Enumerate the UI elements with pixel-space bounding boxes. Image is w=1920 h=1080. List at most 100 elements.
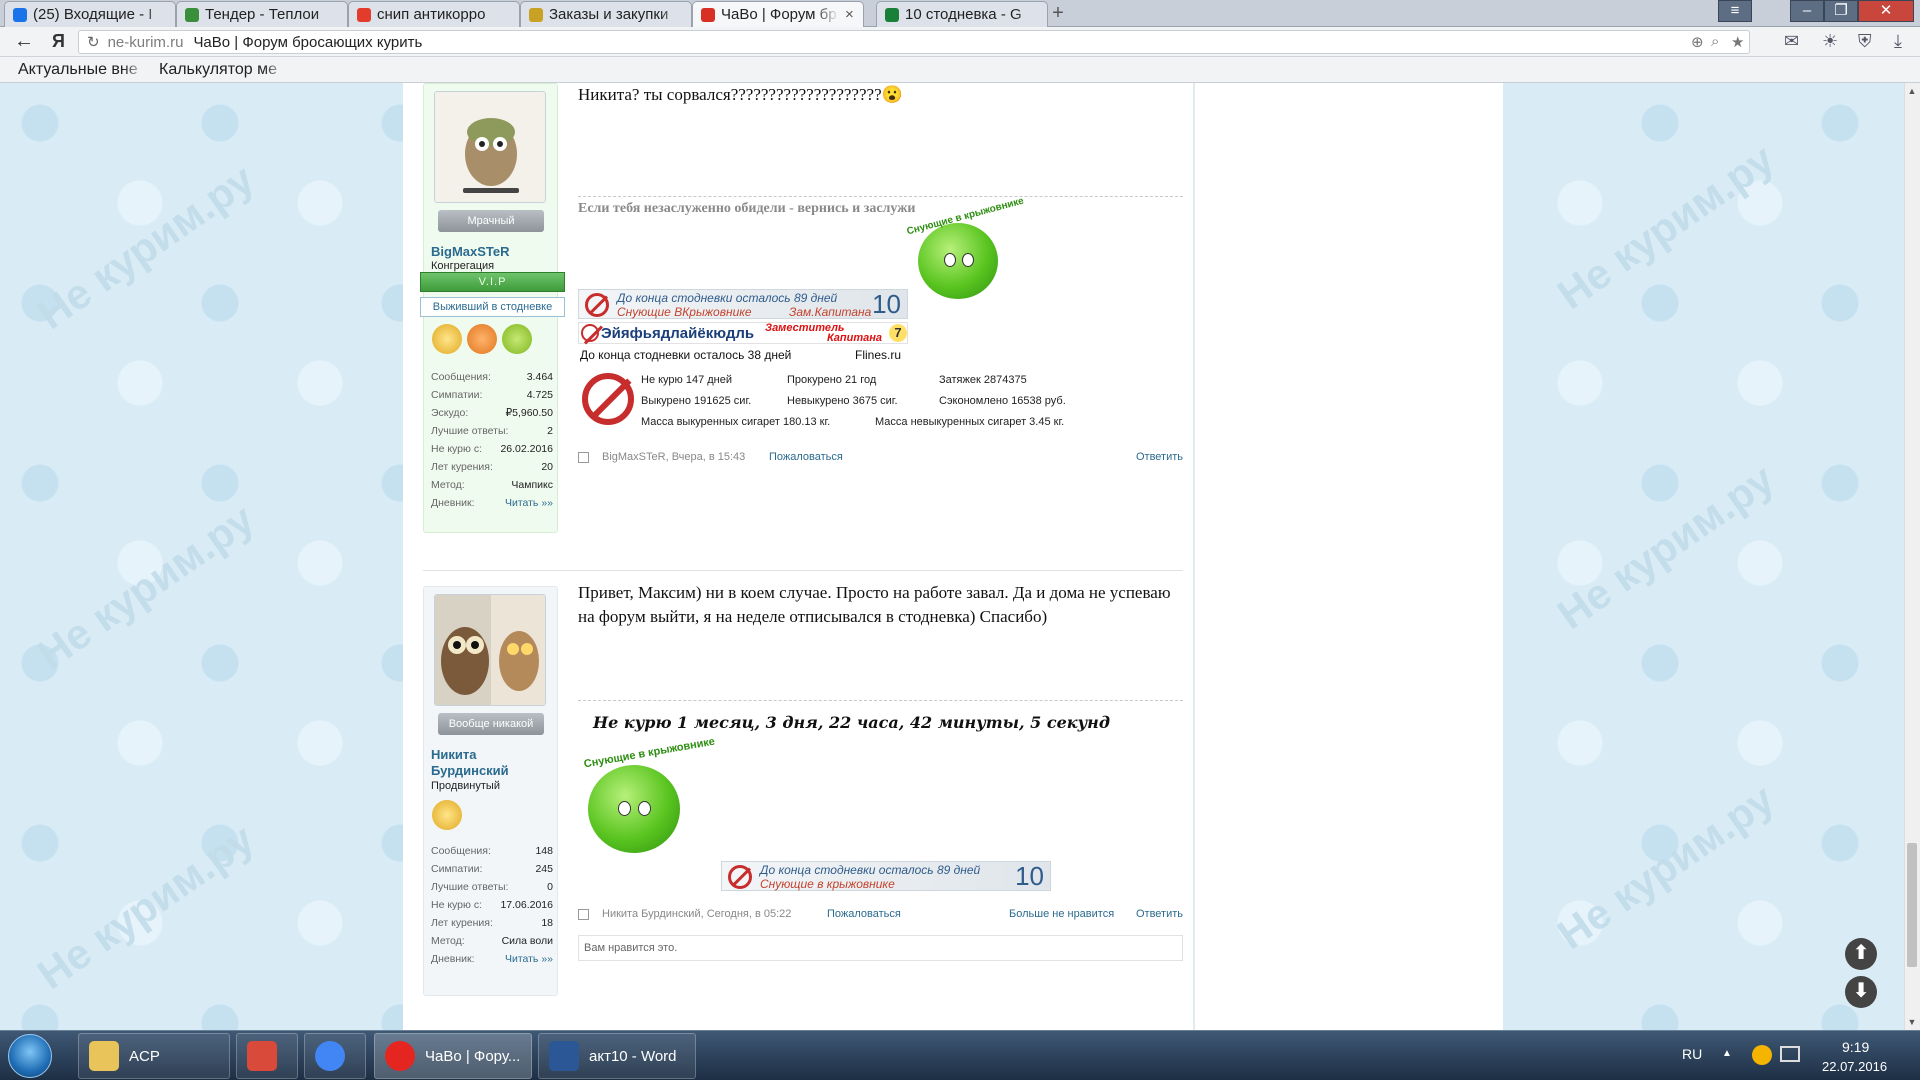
reload-icon[interactable]: ↻ xyxy=(87,33,100,51)
language-indicator[interactable]: RU xyxy=(1682,1046,1702,1062)
back-icon[interactable]: ← xyxy=(14,30,34,53)
taskbar-item-yandex-browser[interactable]: ЧаВо | Фору... xyxy=(374,1033,532,1079)
stodnevka-banner[interactable]: До конца стодневки осталось 89 дней Сную… xyxy=(721,861,1051,891)
unlike-link[interactable]: Больше не нравится xyxy=(1009,908,1114,920)
gooseberry-mascot-icon xyxy=(918,223,998,299)
network-icon[interactable] xyxy=(1780,1046,1800,1062)
likes-summary: Вам нравится это. xyxy=(578,935,1183,961)
maximize-button[interactable]: ❐ xyxy=(1824,0,1858,22)
new-tab-button[interactable]: + xyxy=(1046,1,1070,25)
report-link[interactable]: Пожаловаться xyxy=(769,451,843,463)
avatar[interactable] xyxy=(434,594,546,706)
yandex-icon xyxy=(357,7,371,22)
reply-link[interactable]: Ответить xyxy=(1136,908,1183,920)
post-divider xyxy=(423,570,1183,571)
username-line2[interactable]: Бурдинский xyxy=(431,763,509,779)
post-message: Привет, Максим) ни в коем случае. Просто… xyxy=(578,583,1171,626)
gooseberry-mascot-icon xyxy=(588,765,680,853)
yandex-browser-icon xyxy=(385,1041,415,1071)
taskbar-item-winrar[interactable] xyxy=(236,1033,298,1079)
medal-icon[interactable] xyxy=(432,800,462,830)
user-rank: Конгрегация xyxy=(431,260,495,272)
page-viewport: Не курим.ру Не курим.ру Не курим.ру Не к… xyxy=(0,83,1904,1030)
close-tab-icon[interactable]: × xyxy=(845,6,859,23)
tab-forum[interactable]: ЧаВо | Форум бр × xyxy=(692,1,864,27)
clock-date[interactable]: 22.07.2016 xyxy=(1822,1059,1887,1074)
weather-icon[interactable]: ☀ xyxy=(1822,31,1838,52)
system-tray: RU ▲ 9:19 22.07.2016 xyxy=(1670,1031,1920,1080)
scroll-to-bottom-button[interactable]: ⬇ xyxy=(1845,976,1877,1008)
clock-time[interactable]: 9:19 xyxy=(1842,1039,1869,1055)
word-icon xyxy=(549,1041,579,1071)
team-banner[interactable]: Эйяфьядлайёкюдль Заместитель Капитана 7 xyxy=(578,322,908,344)
select-post-checkbox[interactable] xyxy=(578,909,589,920)
avatar[interactable] xyxy=(434,91,546,203)
gooseberry-caption: Снующие в крыжовнике xyxy=(582,735,716,771)
bookmark-calculator[interactable]: Калькулятор ме xyxy=(159,61,287,79)
mood-button[interactable]: Вообще никакой xyxy=(438,713,544,735)
user-panel: Вообще никакой Никита Бурдинский Продвин… xyxy=(423,586,558,996)
taskbar-item-word[interactable]: акт10 - Word xyxy=(538,1033,696,1079)
protect-icon[interactable]: ⛨ xyxy=(1858,31,1872,52)
tray-expand-icon[interactable]: ▲ xyxy=(1722,1048,1732,1059)
scroll-to-top-button[interactable]: ⬆ xyxy=(1845,938,1877,970)
scrollbar-thumb[interactable] xyxy=(1907,843,1917,967)
tab-sheets[interactable]: 10 стодневка - G xyxy=(876,1,1048,27)
post-author-date[interactable]: Никита Бурдинский, Сегодня, в 05:22 xyxy=(602,908,791,920)
user-panel: Мрачный BigMaxSTeR Конгрегация V.I.P Выж… xyxy=(420,83,565,533)
mail-icon[interactable]: ✉ xyxy=(1784,31,1799,52)
no-smoking-icon xyxy=(585,293,609,317)
bookmark-star-icon[interactable]: ★ xyxy=(1731,33,1744,51)
taskbar-item-chrome[interactable] xyxy=(304,1033,366,1079)
menu-button[interactable]: ≡ xyxy=(1718,0,1752,22)
trophy-icon[interactable] xyxy=(467,324,497,354)
yandex-logo[interactable]: Я xyxy=(52,31,65,52)
select-post-checkbox[interactable] xyxy=(578,452,589,463)
site-icon xyxy=(185,7,199,22)
user-stats: Сообщения: 3.464 Симпатии: 4.725 Эскудо: ₽5… xyxy=(431,368,553,512)
post-footer: BigMaxSTeR, Вчера, в 15:43 Пожаловаться … xyxy=(578,450,1183,466)
tab-tender[interactable]: Тендер - Теплои xyxy=(176,1,348,27)
username-line1[interactable]: Никита xyxy=(431,747,476,763)
close-window-button[interactable]: ✕ xyxy=(1858,0,1914,22)
tab-inbox[interactable]: (25) Входящие - I xyxy=(4,1,176,27)
url-page-title: ЧаВо | Форум бросающих курить xyxy=(193,33,423,51)
diary-link[interactable]: Читать »» xyxy=(505,494,553,512)
mood-button[interactable]: Мрачный xyxy=(438,210,544,232)
chrome-icon xyxy=(315,1041,345,1071)
post-footer: Никита Бурдинский, Сегодня, в 05:22 Пожа… xyxy=(578,907,1183,923)
scrollbar-down-arrow[interactable]: ▼ xyxy=(1904,1014,1920,1030)
medal-icon[interactable] xyxy=(432,324,462,354)
minimize-button[interactable]: – xyxy=(1790,0,1824,22)
url-field[interactable]: ↻ ne-kurim.ru ЧаВо | Форум бросающих кур… xyxy=(78,30,1750,54)
owl-avatar-icon xyxy=(435,92,545,202)
no-smoking-icon xyxy=(728,865,752,889)
site-icon xyxy=(529,7,543,22)
reply-link[interactable]: Ответить xyxy=(1136,451,1183,463)
tab-snip[interactable]: снип антикорро xyxy=(348,1,520,27)
folder-icon xyxy=(89,1041,119,1071)
post-message: Никита? ты сорвался????????????????????😮 xyxy=(578,85,903,104)
no-smoking-icon xyxy=(582,373,634,425)
taskbar-item-acp[interactable]: ACP xyxy=(78,1033,230,1079)
post-author-date[interactable]: BigMaxSTeR, Вчера, в 15:43 xyxy=(602,451,745,463)
watermark: Не курим.ру xyxy=(29,815,263,999)
report-link[interactable]: Пожаловаться xyxy=(827,908,901,920)
start-button[interactable] xyxy=(8,1034,52,1078)
ticker-source[interactable]: Flines.ru xyxy=(855,348,901,362)
yandex-tray-icon[interactable] xyxy=(1752,1045,1772,1065)
watermark: Не курим.ру xyxy=(1549,455,1783,639)
zoom-icon[interactable]: ⌕ xyxy=(1711,33,1719,50)
watermark: Не курим.ру xyxy=(1549,135,1783,319)
diary-link[interactable]: Читать »» xyxy=(505,950,553,968)
trophy-icon[interactable] xyxy=(502,324,532,354)
bookmarks-bar: Актуальные вне Калькулятор ме xyxy=(0,57,1920,83)
stodnevka-ticker: До конца стодневки осталось 38 дней xyxy=(580,348,792,362)
tab-orders[interactable]: Заказы и закупки xyxy=(520,1,692,27)
username[interactable]: BigMaxSTeR xyxy=(431,244,510,260)
download-icon[interactable]: ⤓ xyxy=(1894,31,1902,52)
translate-icon[interactable]: ⊕ xyxy=(1691,33,1704,51)
bookmark-actual[interactable]: Актуальные вне xyxy=(18,61,146,79)
scrollbar-up-arrow[interactable]: ▲ xyxy=(1904,83,1920,99)
stodnevka-banner[interactable]: До конца стодневки осталось 89 дней Сную… xyxy=(578,289,908,319)
